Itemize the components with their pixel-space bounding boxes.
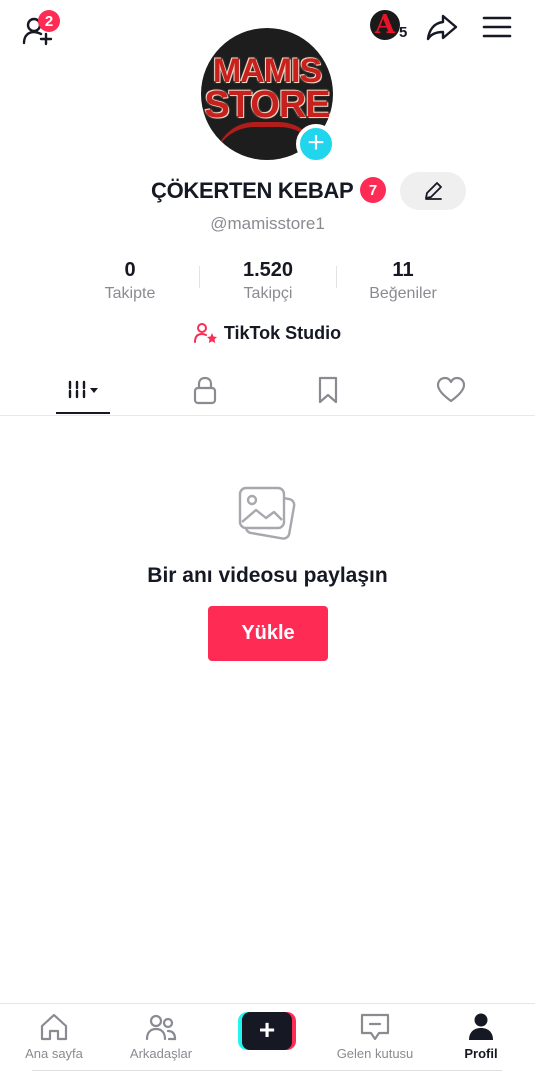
upload-button[interactable]: Yükle [208, 606, 328, 661]
stat-label: Takipçi [243, 285, 293, 302]
streak-letter: A [374, 10, 396, 40]
nav-profile[interactable]: Profil [431, 1012, 531, 1072]
nav-label: Gelen kutusu [336, 1046, 414, 1061]
stat-likes[interactable]: 11 Beğeniler [333, 258, 473, 303]
name-badge[interactable]: 7 [360, 177, 386, 203]
tiktok-studio-content: TikTok Studio [193, 322, 342, 344]
heart-icon [436, 376, 466, 403]
hamburger-menu-icon [482, 16, 512, 38]
share-button[interactable] [424, 10, 460, 44]
profile-icon [469, 1013, 493, 1040]
notification-badge: 2 [38, 10, 60, 32]
streak-button[interactable]: A 5 [368, 10, 412, 44]
share-icon [426, 14, 458, 41]
inbox-icon [360, 1013, 390, 1041]
stat-value: 11 [392, 259, 414, 281]
menu-button[interactable] [480, 12, 514, 42]
friends-icon [145, 1014, 177, 1041]
stat-label: Beğeniler [369, 285, 437, 302]
empty-state-title: Bir anı videosu paylaşın [147, 564, 388, 587]
content-tabs [0, 366, 535, 416]
tiktok-studio-link[interactable]: TikTok Studio [0, 322, 535, 348]
streak-count: 5 [399, 24, 408, 41]
active-tab-indicator [56, 412, 110, 414]
tab-videos[interactable] [43, 366, 123, 414]
profile-avatar-area: MAMIS STORE + [201, 28, 337, 164]
videos-grid-icon [68, 380, 98, 400]
tab-liked[interactable] [411, 366, 491, 414]
name-row: ÇÖKERTEN KEBAP 7 [0, 172, 535, 212]
nav-inbox[interactable]: Gelen kutusu [325, 1012, 425, 1072]
stat-value: 1.520 [242, 259, 294, 281]
tab-private[interactable] [165, 366, 245, 414]
bookmark-icon [318, 376, 338, 404]
nav-label: Profil [464, 1046, 498, 1061]
nav-home[interactable]: Ana sayfa [4, 1012, 104, 1072]
lock-icon [193, 376, 217, 405]
bottom-navigation: Ana sayfa Arkadaşlar + Gelen kutusu Prof… [0, 1003, 535, 1080]
stat-label: Takipte [104, 285, 156, 302]
pencil-icon [425, 182, 442, 200]
create-plus-icon: + [242, 1012, 292, 1050]
avatar-logo-line2: STORE [204, 84, 330, 126]
display-name: ÇÖKERTEN KEBAP [151, 178, 354, 203]
home-icon [40, 1013, 68, 1041]
username: @mamisstore1 [210, 214, 325, 233]
tab-saved[interactable] [288, 366, 368, 414]
creator-star-icon [193, 323, 217, 343]
home-indicator [32, 1070, 502, 1071]
add-story-button[interactable]: + [296, 124, 336, 164]
stat-followers[interactable]: 1.520 Takipçi [198, 258, 338, 303]
nav-label: Ana sayfa [25, 1046, 83, 1061]
edit-profile-button[interactable] [400, 172, 466, 210]
stat-value: 0 [124, 259, 136, 281]
profile-stats: 0 Takipte 1.520 Takipçi 11 Beğeniler [60, 258, 475, 308]
nav-label: Arkadaşlar [129, 1046, 193, 1061]
tiktok-studio-label: TikTok Studio [223, 322, 342, 343]
create-button[interactable]: + [238, 1012, 296, 1050]
nav-friends[interactable]: Arkadaşlar [111, 1012, 211, 1072]
add-friend-button[interactable]: 2 [20, 8, 60, 48]
photos-icon [238, 486, 296, 540]
stat-following[interactable]: 0 Takipte [60, 258, 200, 303]
